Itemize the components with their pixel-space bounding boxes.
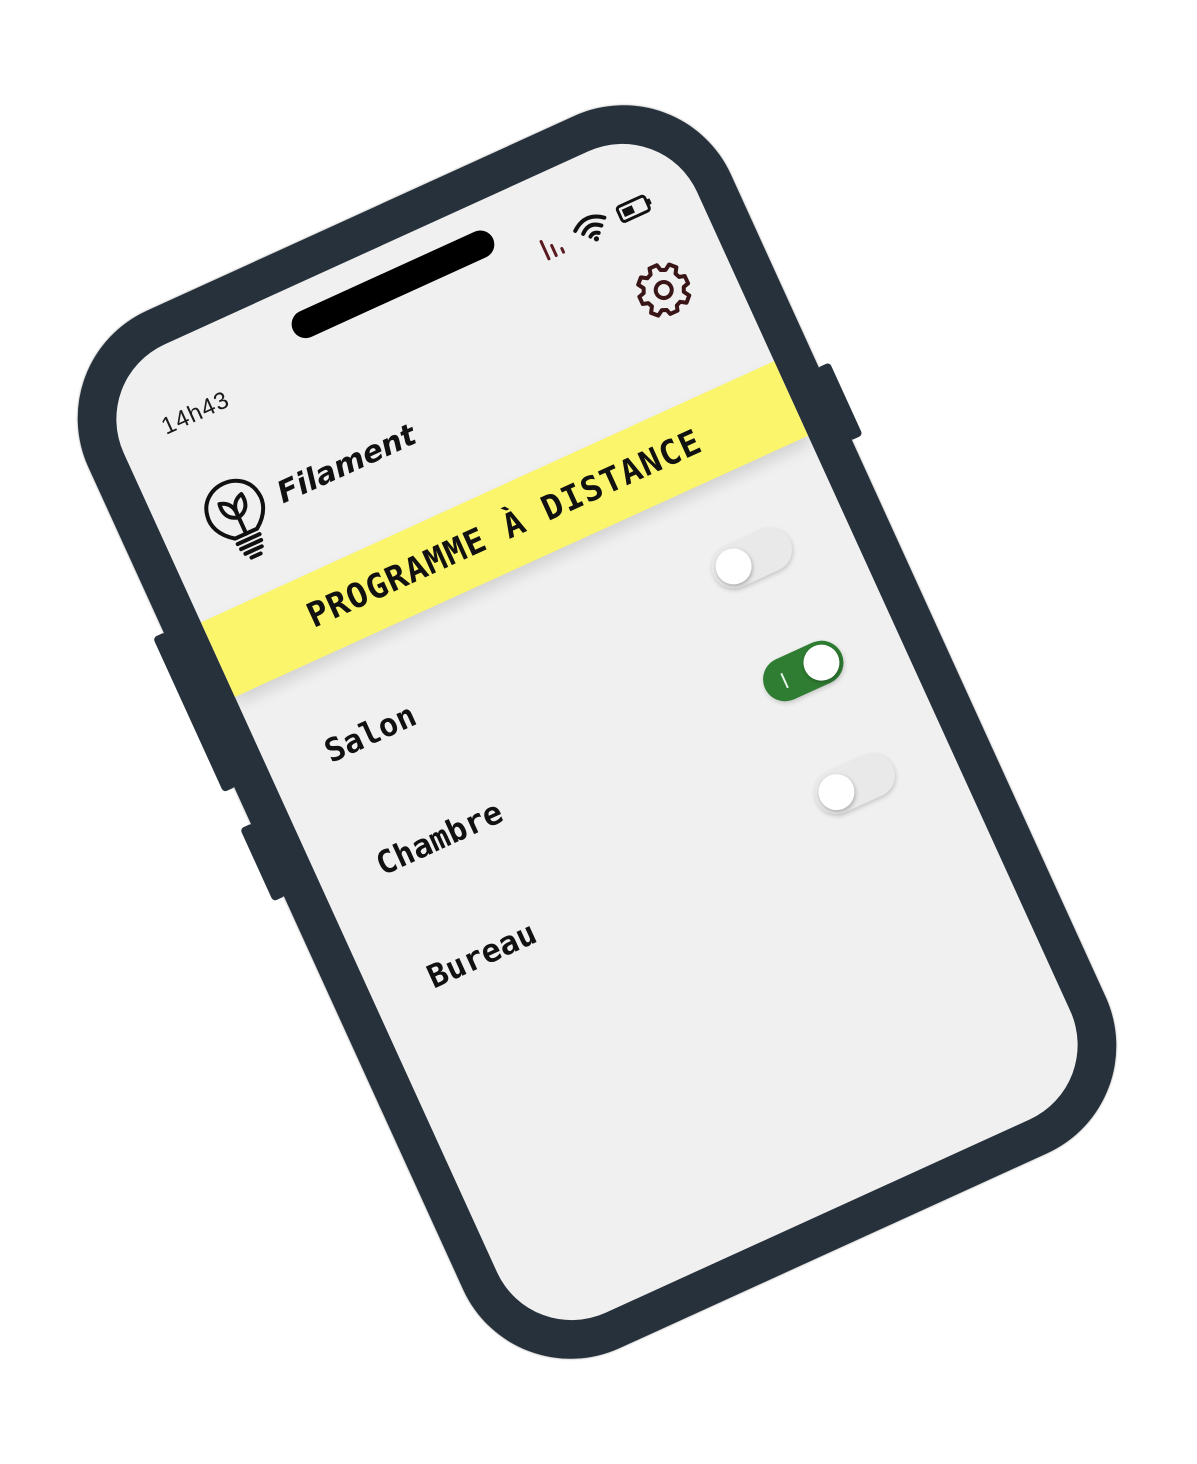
battery-icon bbox=[613, 190, 659, 230]
power-button bbox=[816, 362, 863, 441]
gear-icon[interactable] bbox=[628, 254, 700, 326]
room-label: Chambre bbox=[369, 792, 509, 884]
toggle-knob bbox=[812, 768, 861, 816]
phone-screen: 14h43 Filament PROGRAMME À DISTANCE Salo… bbox=[89, 117, 1105, 1347]
app-name: Filament bbox=[271, 417, 422, 511]
signal-icon bbox=[536, 227, 573, 268]
toggle-on-mark bbox=[780, 672, 789, 689]
status-time: 14h43 bbox=[157, 386, 234, 441]
chambre-toggle[interactable] bbox=[755, 633, 851, 709]
notch bbox=[287, 225, 499, 343]
status-icons bbox=[535, 186, 661, 268]
phone-frame: 14h43 Filament PROGRAMME À DISTANCE Salo… bbox=[39, 66, 1155, 1398]
wifi-icon bbox=[568, 206, 617, 254]
room-label: Salon bbox=[318, 695, 422, 771]
bureau-toggle[interactable] bbox=[807, 746, 903, 822]
room-label: Bureau bbox=[421, 913, 543, 997]
toggle-knob bbox=[709, 542, 758, 591]
toggle-knob bbox=[797, 638, 846, 687]
stage: 14h43 Filament PROGRAMME À DISTANCE Salo… bbox=[0, 0, 1197, 1464]
volume-down-button bbox=[239, 822, 286, 902]
salon-toggle[interactable] bbox=[704, 520, 800, 596]
